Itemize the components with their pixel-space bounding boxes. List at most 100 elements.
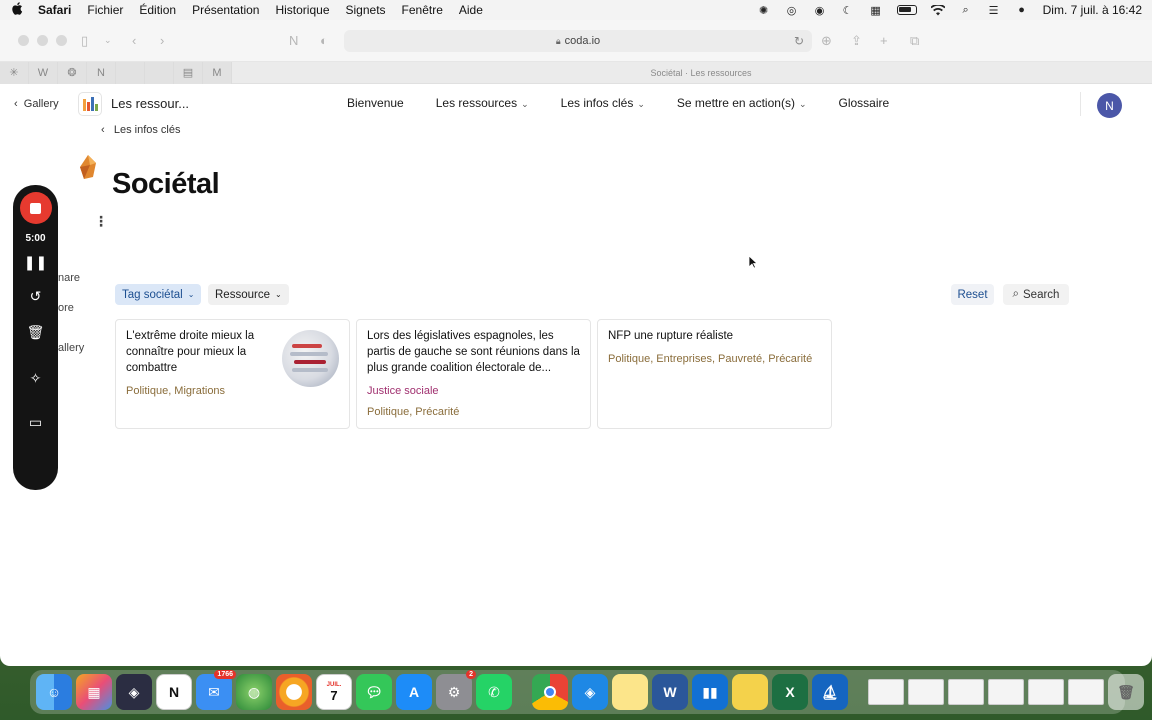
reload-icon[interactable]: ↻	[794, 34, 804, 48]
nav-bienvenue[interactable]: Bienvenue	[347, 96, 404, 110]
system-settings-icon[interactable]: ⚙ 2	[436, 670, 476, 710]
page-title: Sociétal	[112, 168, 220, 200]
menu-fichier[interactable]: Fichier	[87, 3, 123, 17]
resource-filter-dropdown[interactable]: Ressource ⌄	[208, 284, 289, 305]
breadcrumb-label: Les infos clés	[113, 124, 181, 136]
doc-title[interactable]: Les ressour...	[111, 96, 189, 111]
menu-signets[interactable]: Signets	[346, 3, 386, 17]
minimized-window-thumbnail[interactable]	[948, 679, 984, 705]
gallery-back-link[interactable]: ‹ Gallery	[14, 98, 59, 110]
camera-icon[interactable]: ▭	[26, 412, 46, 432]
reset-button[interactable]: Reset	[951, 284, 994, 305]
mail-icon[interactable]: ✉ 1766	[196, 670, 236, 710]
nav-infos-cles[interactable]: Les infos clés ⌄	[561, 96, 645, 110]
control-center-icon[interactable]: ☰	[987, 4, 1001, 17]
apple-menu-icon[interactable]	[10, 2, 24, 18]
recording-timer: 5:00	[25, 233, 46, 244]
chevron-down-icon: ⌄	[637, 99, 645, 109]
focus-moon-icon[interactable]: ☾	[841, 4, 855, 17]
tag-filter-dropdown[interactable]: Tag sociétal ⌄	[115, 284, 202, 305]
resource-card[interactable]: L'extrême droite mieux la connaître pour…	[115, 319, 350, 429]
minimized-window-thumbnail[interactable]	[1028, 679, 1064, 705]
brightness-icon[interactable]: ✺	[757, 4, 771, 17]
sailing-app-icon[interactable]: ⛵︎	[812, 674, 848, 710]
menu-historique[interactable]: Historique	[275, 3, 329, 17]
chevron-down-icon[interactable]: ⌄	[104, 35, 112, 46]
tab-overview-icon[interactable]: ⧉	[910, 33, 919, 49]
wifi-icon[interactable]	[930, 4, 945, 16]
download-icon[interactable]: ⊕	[821, 33, 832, 49]
nav-glossaire[interactable]: Glossaire	[839, 96, 890, 110]
minimized-window-thumbnail[interactable]	[1068, 679, 1104, 705]
back-arrow-icon[interactable]: ‹	[132, 33, 136, 48]
tab-bar: ✳ W ❂ N ▤ M Sociétal · Les ressources	[0, 61, 1152, 84]
safari-icon[interactable]: ◈	[572, 674, 608, 710]
share-icon[interactable]: ⇪	[851, 33, 862, 49]
close-window-button[interactable]	[18, 35, 29, 46]
calendar-icon[interactable]: JUIL. 7	[316, 674, 352, 710]
doc-logo[interactable]	[78, 92, 102, 116]
minimized-window-thumbnail[interactable]	[868, 679, 904, 705]
messages-icon[interactable]: 💬︎	[356, 674, 392, 710]
minimized-window-thumbnail[interactable]	[908, 679, 944, 705]
launchpad-icon[interactable]: ▦	[76, 674, 112, 710]
search-button[interactable]: ⌕ Search	[1003, 284, 1069, 305]
breadcrumb[interactable]: ‹ Les infos clés	[101, 124, 181, 136]
menu-safari[interactable]: Safari	[38, 3, 71, 17]
side-nav-fragment[interactable]: ore	[58, 302, 74, 314]
lifebuoy-app-icon[interactable]	[276, 674, 312, 710]
affinity-icon[interactable]: ◈	[116, 674, 152, 710]
zoom-window-button[interactable]	[56, 35, 67, 46]
notion-icon[interactable]: N	[156, 674, 192, 710]
app-store-icon[interactable]: A	[396, 674, 432, 710]
avatar[interactable]: N	[1097, 93, 1122, 118]
minimize-window-button[interactable]	[37, 35, 48, 46]
word-icon[interactable]: W	[652, 674, 688, 710]
pause-icon[interactable]: ❚❚	[24, 252, 47, 272]
notes-icon[interactable]	[612, 674, 648, 710]
header-divider	[1080, 92, 1081, 116]
resource-card[interactable]: Lors des législatives espagnoles, les pa…	[356, 319, 591, 429]
more-options-icon[interactable]: ⋮	[94, 213, 108, 230]
nav-ressources[interactable]: Les ressources ⌄	[436, 96, 529, 110]
trash-icon[interactable]: 🗑︎	[1108, 674, 1144, 710]
stop-recording-button[interactable]	[19, 192, 52, 224]
trash-icon[interactable]: 🗑︎	[26, 322, 46, 342]
trello-icon[interactable]: ▮▮	[692, 674, 728, 710]
sidebar-toggle-icon[interactable]: ▯	[81, 33, 88, 49]
siri-icon[interactable]: ●	[1015, 4, 1029, 16]
address-bar[interactable]: 🔒︎ coda.io ↻	[344, 30, 812, 52]
menu-aide[interactable]: Aide	[459, 3, 483, 17]
doc-header: ‹ Gallery Les ressour... Bienvenue Les r…	[0, 84, 1152, 126]
battery-icon[interactable]	[896, 5, 917, 15]
forward-arrow-icon[interactable]: ›	[160, 33, 164, 48]
menu-presentation[interactable]: Présentation	[192, 3, 259, 17]
menu-edition[interactable]: Édition	[139, 3, 176, 17]
effects-icon[interactable]: ✧	[26, 368, 46, 388]
url-text: coda.io	[564, 35, 601, 47]
doc-nav: Bienvenue Les ressources ⌄ Les infos clés…	[347, 96, 921, 110]
creative-cloud-icon[interactable]: ◎	[785, 4, 799, 17]
chrome-icon[interactable]	[532, 674, 568, 710]
notion-extension-icon[interactable]: N	[289, 33, 298, 48]
minimized-window-thumbnail[interactable]	[988, 679, 1024, 705]
vpn-icon[interactable]: ◉	[813, 4, 827, 17]
menu-fenetre[interactable]: Fenêtre	[402, 3, 443, 17]
finder-icon[interactable]: ☺	[36, 674, 72, 710]
menubar-datetime[interactable]: Dim. 7 juil. à 16:42	[1043, 3, 1142, 17]
excel-icon[interactable]: X	[772, 674, 808, 710]
keyboard-icon[interactable]: ▦	[869, 4, 883, 17]
restart-icon[interactable]: ↺	[26, 286, 46, 306]
chevron-down-icon: ⌄	[274, 290, 282, 299]
stickies-icon[interactable]	[732, 674, 768, 710]
privacy-shield-icon[interactable]: ◐	[320, 33, 328, 48]
resource-card[interactable]: NFP une rupture réaliste Politique, Entr…	[597, 319, 832, 429]
side-nav-fragment[interactable]: allery	[58, 342, 84, 354]
new-tab-icon[interactable]: +	[880, 33, 888, 48]
side-nav-fragment[interactable]: nare	[58, 272, 80, 284]
active-tab-title[interactable]: Sociétal · Les ressources	[0, 68, 1152, 78]
spotlight-search-icon[interactable]: ⌕	[959, 4, 973, 16]
nav-se-mettre-en-action[interactable]: Se mettre en action(s) ⌄	[677, 96, 807, 110]
whatsapp-icon[interactable]: ✆	[476, 674, 512, 710]
globe-app-icon[interactable]: ◍	[236, 674, 272, 710]
